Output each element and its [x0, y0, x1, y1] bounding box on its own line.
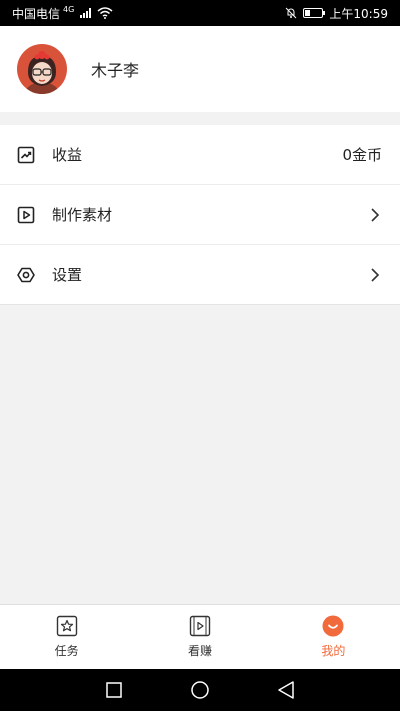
- play-square-icon: [17, 206, 35, 224]
- tab-mine[interactable]: 我的: [267, 605, 400, 669]
- menu-item-label: 制作素材: [52, 206, 113, 224]
- menu-item-label: 设置: [52, 266, 83, 284]
- chart-trend-icon: [17, 146, 35, 164]
- clock-label: 上午10:59: [329, 6, 388, 21]
- menu-item-settings[interactable]: 设置: [0, 245, 400, 305]
- status-bar: 中国电信 4G 上午10:59: [0, 0, 400, 26]
- coin-balance: 0金币: [342, 146, 382, 164]
- tab-label: 任务: [54, 644, 79, 658]
- tab-tasks[interactable]: 任务: [0, 605, 133, 669]
- square-icon: [106, 682, 122, 698]
- profile-header[interactable]: 木子李: [0, 26, 400, 112]
- home-button[interactable]: [157, 669, 243, 711]
- recents-button[interactable]: [71, 669, 157, 711]
- video-frame-icon: [189, 615, 211, 637]
- tab-label: 看赚: [187, 644, 212, 658]
- bell-off-icon: [286, 7, 297, 19]
- settings-hexagon-icon: [17, 266, 35, 284]
- avatar[interactable]: [17, 44, 67, 94]
- menu-item-earnings[interactable]: 收益 0金币: [0, 125, 400, 185]
- signal-icon: [80, 8, 92, 18]
- battery-icon: [303, 8, 326, 18]
- star-square-icon: [56, 615, 77, 637]
- menu-list: 收益 0金币 制作素材 设置: [0, 125, 400, 305]
- network-label: 4G: [63, 4, 75, 14]
- bottom-tab-bar: 任务 看赚 我的: [0, 604, 400, 669]
- status-right: 上午10:59: [285, 5, 388, 22]
- tab-label: 我的: [321, 644, 346, 658]
- wifi-icon: [97, 7, 113, 19]
- status-left: 中国电信 4G: [12, 5, 113, 22]
- profile-name: 木子李: [91, 61, 140, 80]
- menu-item-label: 收益: [52, 146, 83, 164]
- circle-icon: [191, 681, 209, 699]
- tab-watch-earn[interactable]: 看赚: [133, 605, 266, 669]
- system-nav-bar: [0, 669, 400, 711]
- smile-circle-icon: [322, 615, 344, 637]
- back-button[interactable]: [243, 669, 329, 711]
- menu-item-create-material[interactable]: 制作素材: [0, 185, 400, 245]
- carrier-label: 中国电信: [12, 6, 61, 21]
- chevron-right-icon: [371, 207, 380, 222]
- chevron-right-icon: [371, 267, 380, 282]
- triangle-back-icon: [278, 681, 294, 699]
